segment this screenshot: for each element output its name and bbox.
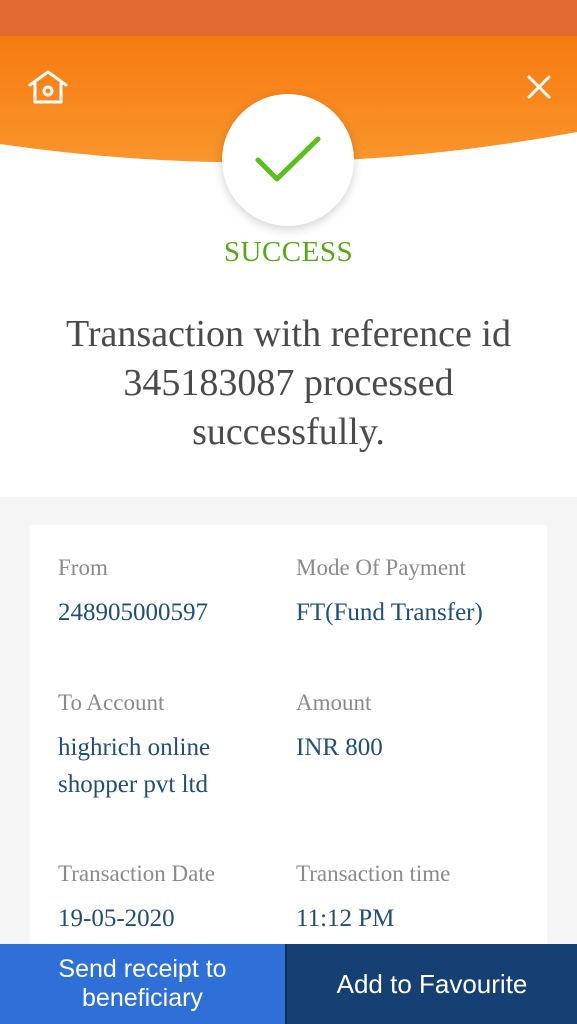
- close-button[interactable]: [522, 70, 556, 104]
- success-badge: [222, 94, 354, 226]
- mode-of-payment-value: FT(Fund Transfer): [296, 599, 483, 626]
- to-account-label: To Account: [58, 690, 165, 715]
- add-to-favourite-button[interactable]: Add to Favourite: [287, 944, 577, 1024]
- send-receipt-line: beneficiary: [82, 984, 203, 1012]
- transaction-time-value: 11:12 PM: [296, 905, 395, 932]
- amount-label: Amount: [296, 690, 372, 715]
- transaction-time-label: Transaction time: [296, 861, 451, 886]
- action-bar: Send receipt to beneficiary Add to Favou…: [0, 944, 577, 1024]
- transaction-message: Transaction with reference id 345183087 …: [20, 310, 557, 457]
- transaction-date-value: 19-05-2020: [58, 905, 175, 932]
- to-account-line: shopper pvt ltd: [58, 771, 208, 798]
- checkmark-icon: [255, 136, 321, 182]
- transaction-date-label: Transaction Date: [58, 861, 215, 886]
- from-value: 248905000597: [58, 599, 208, 626]
- message-line: 345183087 processed: [123, 362, 454, 404]
- to-account-line: highrich online: [58, 734, 211, 761]
- home-button[interactable]: [26, 68, 70, 108]
- from-label: From: [58, 555, 108, 580]
- send-receipt-button[interactable]: Send receipt to beneficiary: [0, 944, 287, 1024]
- status-bar: [0, 0, 577, 36]
- amount-value: INR 800: [296, 734, 383, 761]
- message-line: successfully.: [192, 411, 385, 453]
- message-line: Transaction with reference id: [66, 313, 511, 355]
- mode-of-payment-label: Mode Of Payment: [296, 555, 466, 580]
- close-icon: [527, 75, 551, 99]
- to-account-value: highrich online shopper pvt ltd: [58, 729, 210, 803]
- home-icon: [28, 70, 68, 104]
- success-label: SUCCESS: [223, 236, 354, 268]
- send-receipt-line: Send receipt to: [58, 955, 227, 983]
